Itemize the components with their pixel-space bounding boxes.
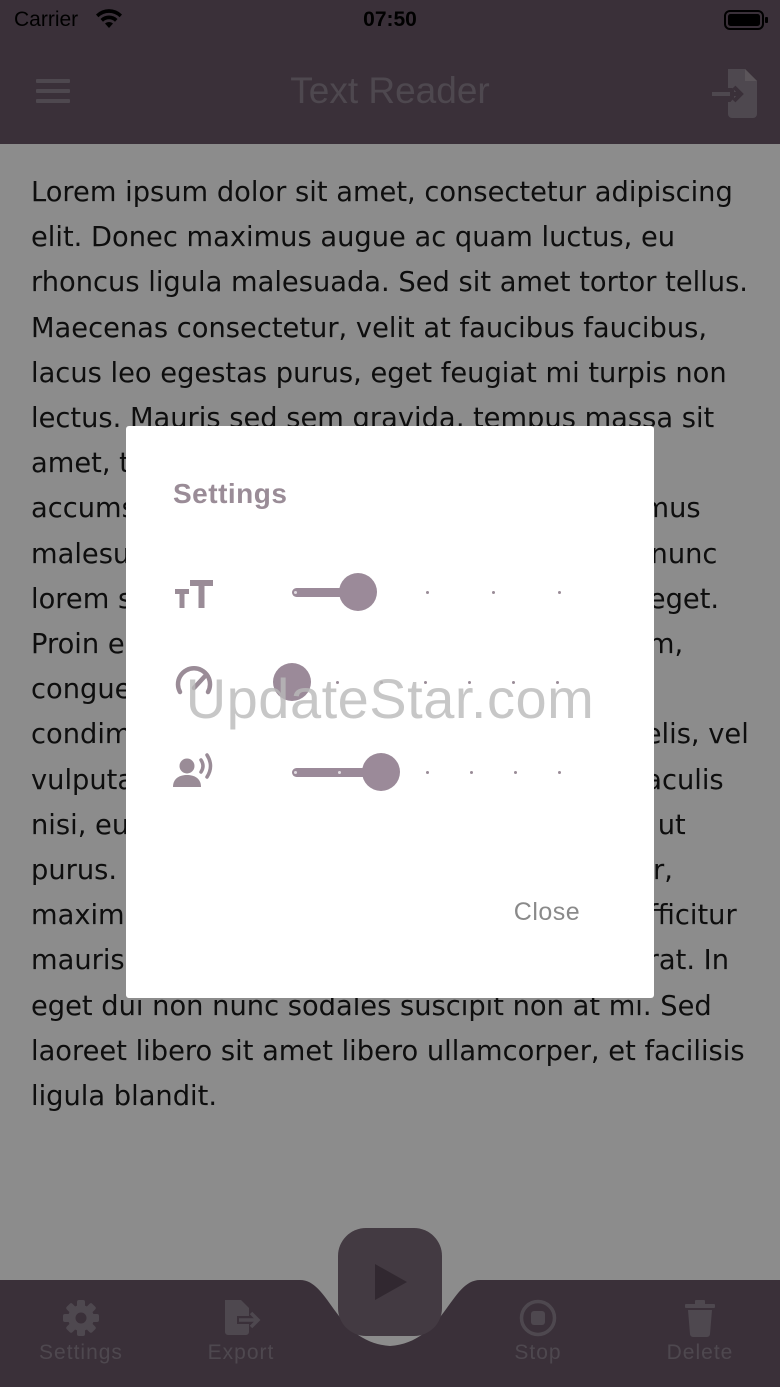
close-button[interactable]: Close (492, 892, 602, 932)
slider-tick (558, 771, 561, 774)
slider-tick (514, 771, 517, 774)
slider-tick (426, 591, 429, 594)
font-size-slider[interactable] (292, 572, 572, 612)
voice-icon (173, 753, 213, 787)
pitch-setting (126, 746, 654, 796)
font-size-setting (126, 566, 654, 616)
slider-tick (294, 771, 297, 774)
pitch-slider-thumb[interactable] (362, 753, 400, 791)
text-size-icon (175, 580, 213, 608)
slider-tick (470, 771, 473, 774)
slider-tick (492, 591, 495, 594)
slider-tick (294, 591, 297, 594)
pitch-slider[interactable] (292, 752, 572, 792)
font-size-slider-thumb[interactable] (339, 573, 377, 611)
slider-tick (338, 771, 341, 774)
dialog-title: Settings (173, 478, 288, 509)
slider-tick (426, 771, 429, 774)
slider-tick (558, 591, 561, 594)
watermark: UpdateStar.com (185, 667, 595, 730)
